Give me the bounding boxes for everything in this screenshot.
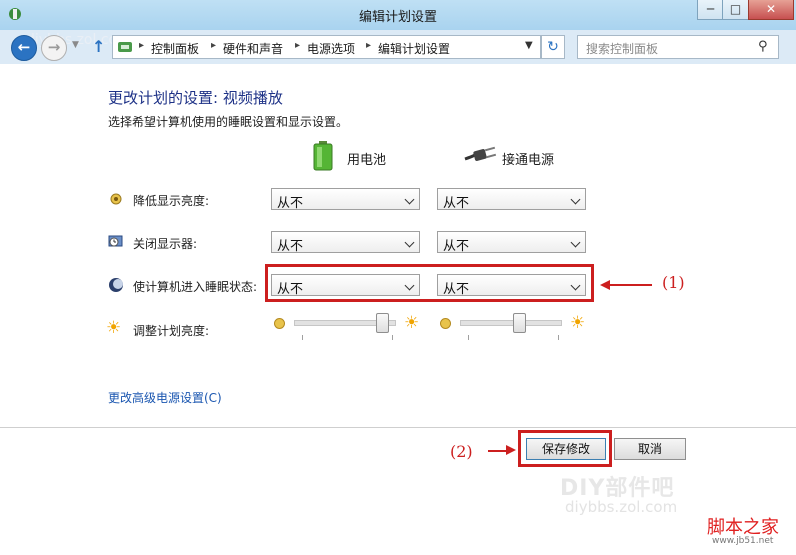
- address-bar[interactable]: ▸ 控制面板 ▸ 硬件和声音 ▸ 电源选项 ▸ 编辑计划设置 ▼: [112, 35, 541, 59]
- column-label-battery: 用电池: [347, 153, 387, 168]
- slider-track: [460, 320, 562, 326]
- annotation-label-1: (1): [662, 273, 685, 292]
- display-clock-icon: [108, 235, 123, 247]
- advanced-settings-link[interactable]: 更改高级电源设置(C): [108, 389, 222, 406]
- row-label-brightness: 调整计划亮度:: [133, 324, 210, 338]
- brightness-plugged-slider[interactable]: [460, 313, 564, 343]
- column-label-plugged-in: 接通电源: [502, 153, 555, 168]
- close-button[interactable]: ✕: [748, 0, 794, 20]
- slider-thumb[interactable]: [513, 313, 526, 333]
- up-arrow-icon[interactable]: ↑: [92, 37, 105, 56]
- save-changes-button[interactable]: 保存修改: [526, 438, 606, 460]
- cancel-button[interactable]: 取消: [614, 438, 686, 460]
- row-label-sleep: 使计算机进入睡眠状态:: [133, 280, 258, 294]
- dim-display-battery-select[interactable]: 从不: [271, 188, 420, 211]
- select-value: 从不: [443, 196, 470, 211]
- page-description: 选择希望计算机使用的睡眠设置和显示设置。: [108, 115, 349, 129]
- bright-sun-icon: ☀: [570, 313, 586, 333]
- breadcrumb-control-panel[interactable]: 控制面板: [151, 40, 199, 57]
- dim-sun-icon: [274, 318, 285, 329]
- battery-icon: [313, 141, 333, 171]
- select-value: 从不: [443, 282, 470, 297]
- chevron-down-icon: [570, 237, 581, 248]
- sleep-moon-icon: [109, 278, 123, 292]
- maximize-button[interactable]: □: [722, 0, 749, 20]
- breadcrumb-separator: ▸: [366, 40, 372, 51]
- chevron-down-icon: [404, 237, 415, 248]
- breadcrumb-separator: ▸: [295, 40, 301, 51]
- select-value: 从不: [277, 282, 304, 297]
- select-value: 从不: [443, 239, 470, 254]
- chevron-down-icon: [570, 280, 581, 291]
- annotation-label-2: (2): [450, 442, 473, 461]
- search-icon[interactable]: ⚲: [758, 39, 768, 54]
- watermark-diy-url: diybbs.zol.com: [565, 498, 678, 516]
- search-placeholder: 搜索控制面板: [586, 42, 659, 56]
- breadcrumb-separator: ▸: [139, 40, 145, 51]
- search-input[interactable]: 搜索控制面板 ⚲: [577, 35, 779, 59]
- turn-off-display-battery-select[interactable]: 从不: [271, 231, 420, 254]
- chevron-down-icon: [570, 194, 581, 205]
- dim-sun-icon: [440, 318, 451, 329]
- page-title: 更改计划的设置: 视频播放: [108, 89, 283, 107]
- annotation-arrow-head-icon: [506, 445, 516, 455]
- address-dropdown-chevron-icon[interactable]: ▼: [525, 40, 533, 51]
- forward-button[interactable]: →: [41, 35, 67, 61]
- bright-sun-icon: ☀: [404, 313, 420, 333]
- sleep-battery-select[interactable]: 从不: [271, 274, 420, 297]
- divider: [0, 427, 796, 428]
- sleep-plugged-select[interactable]: 从不: [437, 274, 586, 297]
- back-button[interactable]: ←: [11, 35, 37, 61]
- select-value: 从不: [277, 196, 304, 211]
- title-bar: 编辑计划设置 ─ □ ✕: [0, 0, 796, 31]
- brightness-battery-slider[interactable]: [294, 313, 398, 343]
- slider-tick: [468, 335, 469, 340]
- refresh-button[interactable]: ↻: [541, 35, 565, 59]
- row-label-turn-off-display: 关闭显示器:: [133, 237, 198, 251]
- chevron-down-icon: [404, 194, 415, 205]
- chevron-down-icon: [404, 280, 415, 291]
- breadcrumb-edit-plan[interactable]: 编辑计划设置: [378, 40, 450, 57]
- minimize-button[interactable]: ─: [697, 0, 724, 20]
- annotation-arrow-line: [488, 450, 508, 452]
- watermark-jb51-url: www.jb51.net: [712, 536, 774, 546]
- slider-tick: [392, 335, 393, 340]
- slider-tick: [558, 335, 559, 340]
- brightness-sun-icon: ☀: [106, 318, 122, 338]
- turn-off-display-plugged-select[interactable]: 从不: [437, 231, 586, 254]
- breadcrumb-power-options[interactable]: 电源选项: [307, 40, 355, 57]
- row-label-dim-display: 降低显示亮度:: [133, 194, 210, 208]
- slider-tick: [302, 335, 303, 340]
- breadcrumb-hardware-sound[interactable]: 硬件和声音: [223, 40, 283, 57]
- dim-display-plugged-select[interactable]: 从不: [437, 188, 586, 211]
- slider-thumb[interactable]: [376, 313, 389, 333]
- dim-brightness-icon: [110, 193, 122, 205]
- select-value: 从不: [277, 239, 304, 254]
- breadcrumb-separator: ▸: [211, 40, 217, 51]
- window-title: 编辑计划设置: [358, 10, 437, 25]
- power-plug-icon: [464, 146, 497, 161]
- recent-locations-chevron-icon[interactable]: ▼: [72, 40, 79, 50]
- control-panel-icon: [118, 42, 132, 52]
- annotation-arrow-line: [608, 284, 652, 286]
